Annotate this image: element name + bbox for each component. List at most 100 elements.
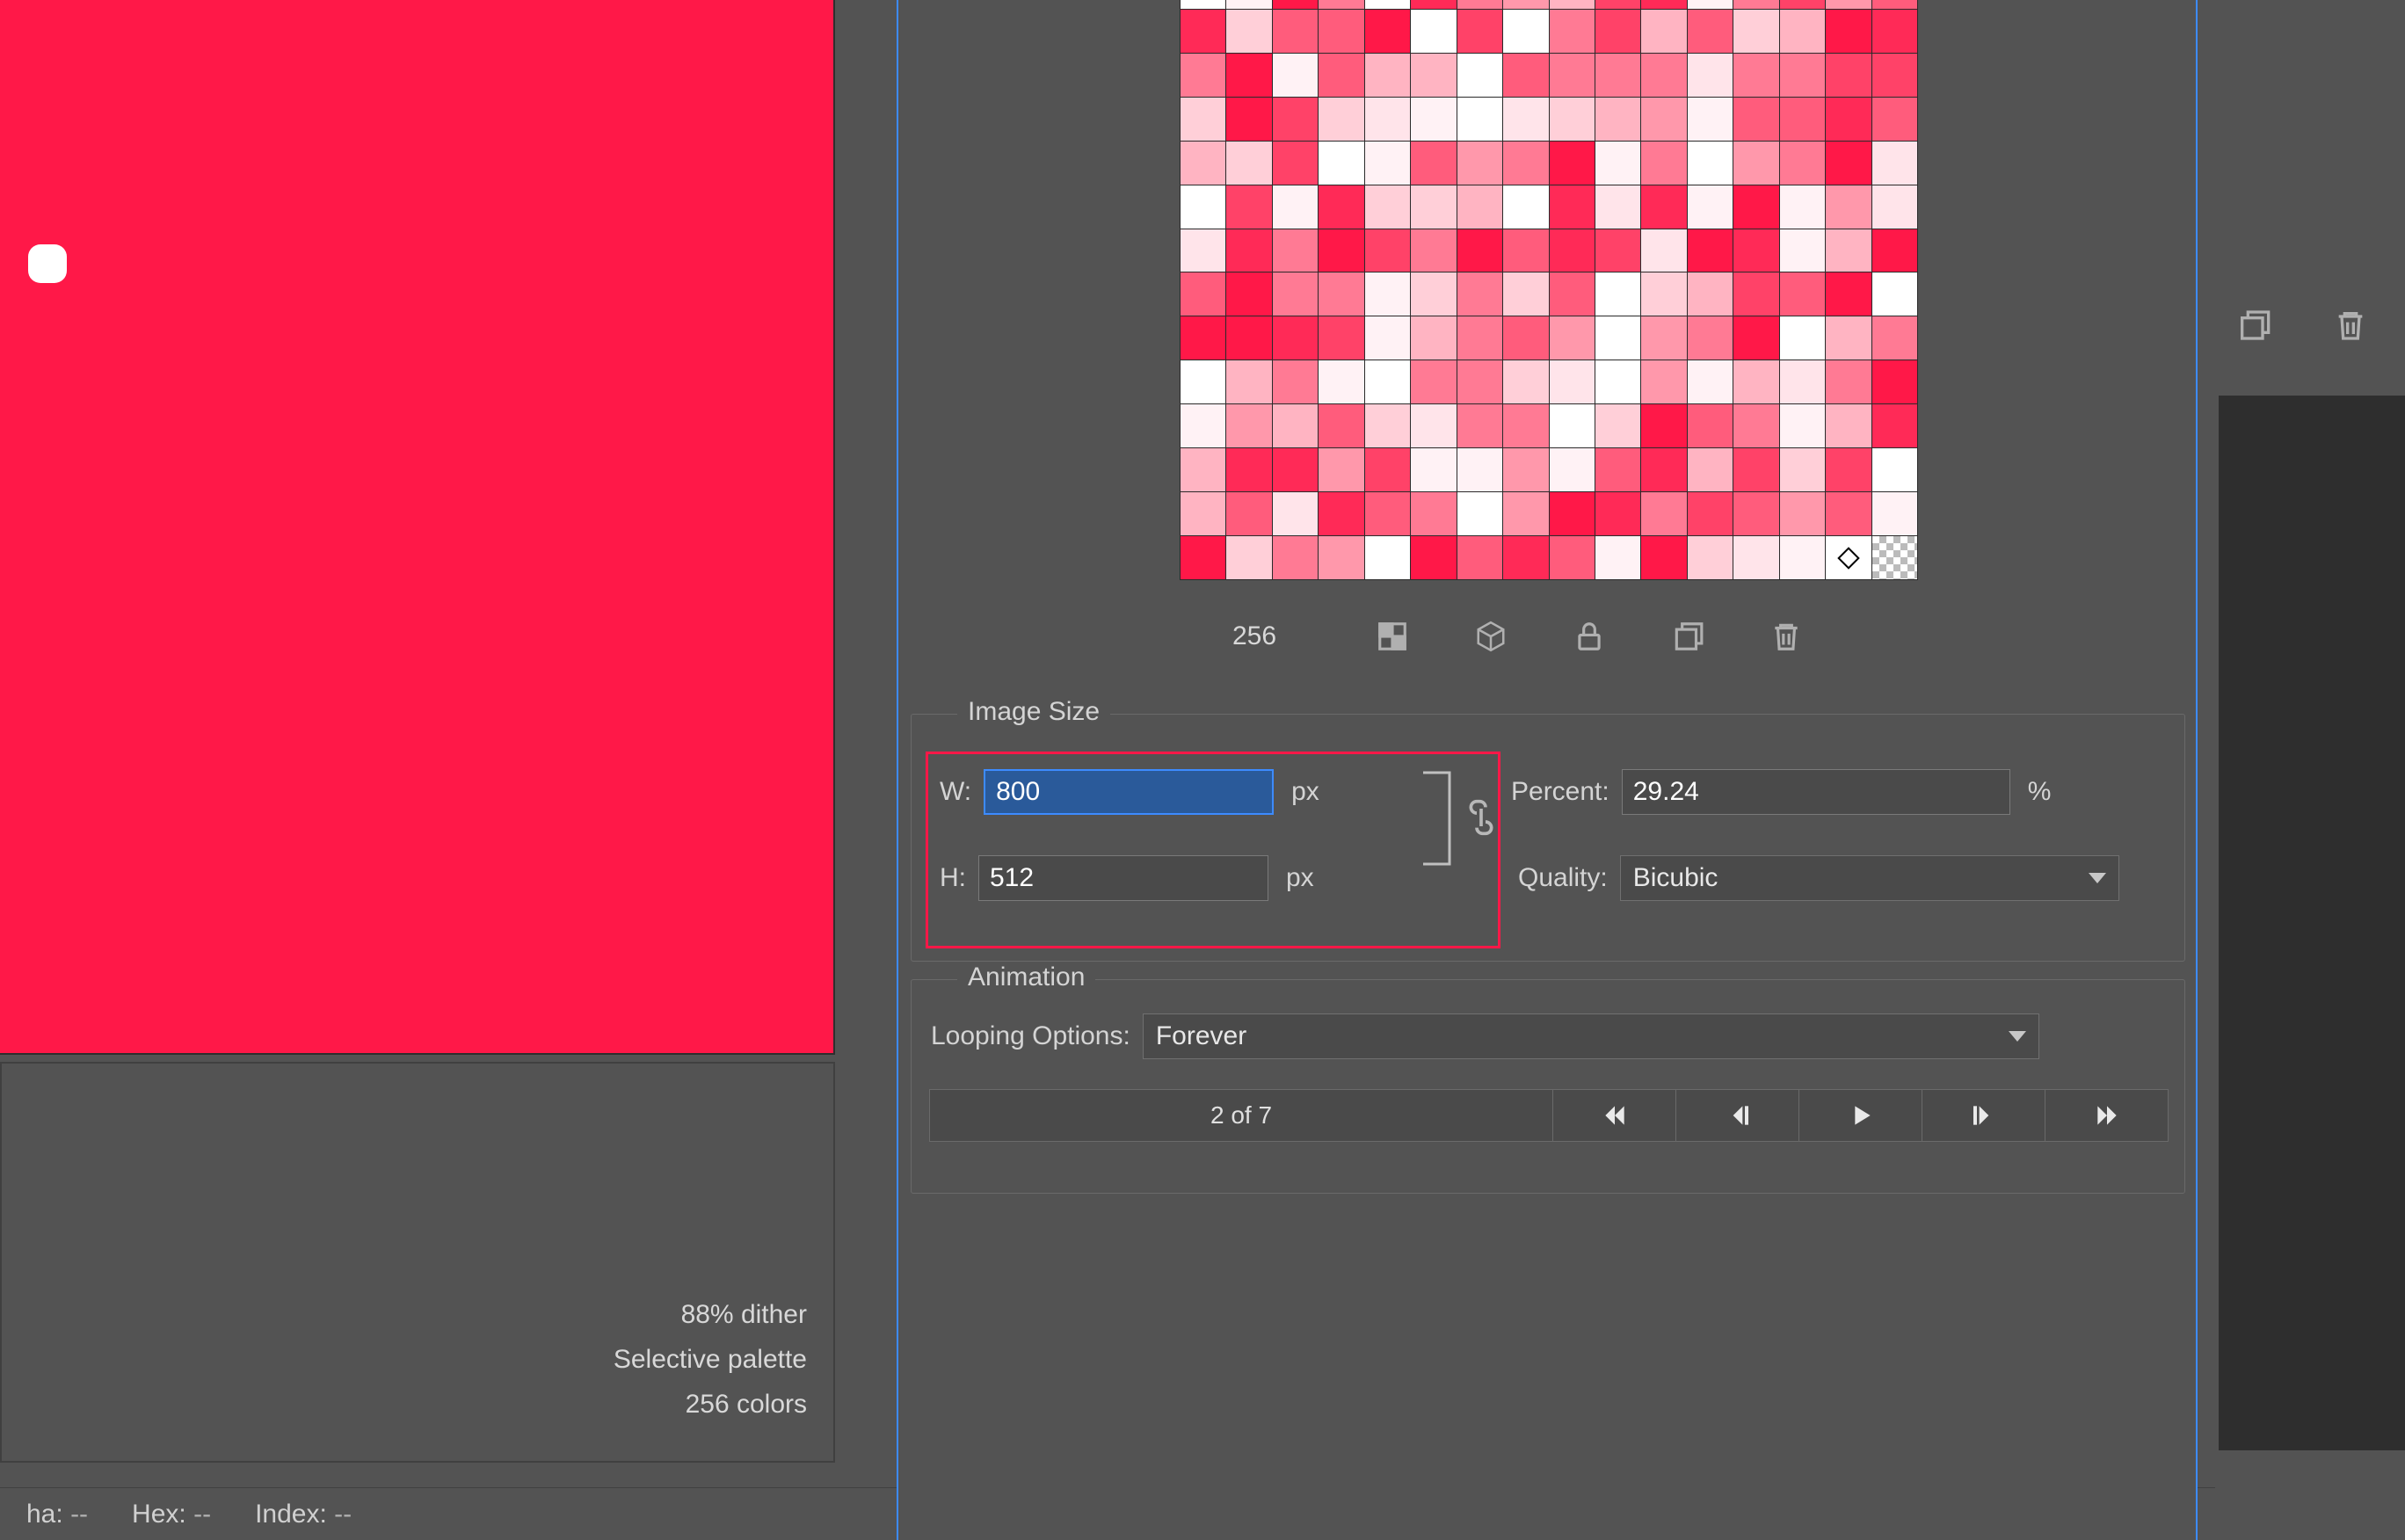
color-swatch[interactable] xyxy=(1503,492,1548,535)
color-swatch[interactable] xyxy=(1503,360,1548,403)
color-swatch[interactable] xyxy=(1733,229,1778,272)
color-swatch[interactable] xyxy=(1872,404,1917,447)
color-swatch[interactable] xyxy=(1733,54,1778,97)
color-swatch[interactable] xyxy=(1181,54,1225,97)
color-swatch[interactable] xyxy=(1595,54,1640,97)
color-swatch[interactable] xyxy=(1411,142,1456,185)
color-swatch[interactable] xyxy=(1181,492,1225,535)
color-swatch[interactable] xyxy=(1319,360,1363,403)
color-swatch[interactable] xyxy=(1503,10,1548,53)
color-swatch[interactable] xyxy=(1641,10,1686,53)
color-swatch[interactable] xyxy=(1365,492,1410,535)
color-swatch[interactable] xyxy=(1550,536,1595,579)
color-swatch[interactable] xyxy=(1780,448,1825,491)
last-frame-button[interactable] xyxy=(2045,1090,2168,1141)
trash-icon[interactable] xyxy=(2333,308,2368,343)
color-swatch[interactable] xyxy=(1733,536,1778,579)
color-swatch[interactable] xyxy=(1226,360,1271,403)
color-swatch[interactable] xyxy=(1319,229,1363,272)
next-frame-button[interactable] xyxy=(1922,1090,2045,1141)
color-swatch[interactable] xyxy=(1826,185,1871,229)
color-swatch[interactable] xyxy=(1826,142,1871,185)
color-swatch[interactable] xyxy=(1319,404,1363,447)
color-swatch[interactable] xyxy=(1181,0,1225,9)
color-swatch[interactable] xyxy=(1503,185,1548,229)
color-swatch[interactable] xyxy=(1457,536,1502,579)
color-swatch[interactable] xyxy=(1826,360,1871,403)
color-swatch[interactable] xyxy=(1826,316,1871,360)
color-swatch[interactable] xyxy=(1872,272,1917,316)
color-swatch[interactable] xyxy=(1181,360,1225,403)
color-swatch[interactable] xyxy=(1226,54,1271,97)
color-swatch[interactable] xyxy=(1457,492,1502,535)
color-swatch[interactable] xyxy=(1273,404,1318,447)
color-swatch[interactable] xyxy=(1872,0,1917,9)
color-swatch[interactable] xyxy=(1503,142,1548,185)
percent-input[interactable] xyxy=(1622,769,2010,815)
color-swatch[interactable] xyxy=(1688,360,1733,403)
color-swatch[interactable] xyxy=(1503,272,1548,316)
color-swatch[interactable] xyxy=(1226,185,1271,229)
color-swatch[interactable] xyxy=(1550,0,1595,9)
color-swatch[interactable] xyxy=(1550,404,1595,447)
color-swatch[interactable] xyxy=(1365,360,1410,403)
color-swatch[interactable] xyxy=(1226,448,1271,491)
color-swatch[interactable] xyxy=(1457,272,1502,316)
color-swatch[interactable] xyxy=(1226,0,1271,9)
color-swatch[interactable] xyxy=(1457,316,1502,360)
color-swatch[interactable] xyxy=(1503,229,1548,272)
color-swatch[interactable] xyxy=(1319,316,1363,360)
color-swatch[interactable] xyxy=(1411,316,1456,360)
color-swatch[interactable] xyxy=(1872,54,1917,97)
color-swatch[interactable] xyxy=(1595,492,1640,535)
color-swatch[interactable] xyxy=(1181,10,1225,53)
color-swatch[interactable] xyxy=(1780,272,1825,316)
color-swatch[interactable] xyxy=(1641,185,1686,229)
color-swatch[interactable] xyxy=(1872,10,1917,53)
color-swatch[interactable] xyxy=(1273,229,1318,272)
trash-icon[interactable] xyxy=(1769,619,1804,654)
color-swatch[interactable] xyxy=(1181,316,1225,360)
color-swatch[interactable] xyxy=(1780,316,1825,360)
color-swatch[interactable] xyxy=(1733,492,1778,535)
color-swatch[interactable] xyxy=(1595,142,1640,185)
color-swatch[interactable] xyxy=(1503,0,1548,9)
color-swatch[interactable] xyxy=(1503,448,1548,491)
color-swatch[interactable] xyxy=(1411,0,1456,9)
color-swatch[interactable] xyxy=(1826,98,1871,141)
color-swatch[interactable] xyxy=(1733,142,1778,185)
constrain-proportions-icon[interactable] xyxy=(1464,795,1499,839)
color-swatch[interactable] xyxy=(1365,448,1410,491)
color-swatch[interactable] xyxy=(1872,360,1917,403)
color-swatch[interactable] xyxy=(1872,185,1917,229)
color-swatch[interactable] xyxy=(1826,492,1871,535)
color-swatch[interactable] xyxy=(1780,360,1825,403)
color-swatch[interactable] xyxy=(1226,316,1271,360)
new-swatch-icon[interactable] xyxy=(1670,619,1705,654)
color-swatch[interactable] xyxy=(1411,185,1456,229)
color-swatch[interactable] xyxy=(1457,360,1502,403)
color-swatch[interactable] xyxy=(1641,142,1686,185)
color-swatch[interactable] xyxy=(1319,536,1363,579)
color-swatch[interactable] xyxy=(1780,142,1825,185)
color-swatch[interactable] xyxy=(1872,229,1917,272)
color-swatch[interactable] xyxy=(1595,360,1640,403)
color-swatch[interactable] xyxy=(1411,360,1456,403)
color-swatch[interactable] xyxy=(1688,492,1733,535)
color-swatch[interactable] xyxy=(1550,54,1595,97)
color-swatch[interactable] xyxy=(1595,448,1640,491)
color-swatch[interactable] xyxy=(1226,536,1271,579)
color-swatch[interactable] xyxy=(1365,10,1410,53)
color-swatch[interactable] xyxy=(1780,492,1825,535)
color-swatch[interactable] xyxy=(1688,0,1733,9)
color-swatch[interactable] xyxy=(1688,229,1733,272)
color-swatch[interactable] xyxy=(1550,360,1595,403)
color-swatch[interactable] xyxy=(1273,185,1318,229)
color-swatch[interactable] xyxy=(1550,492,1595,535)
color-swatch[interactable] xyxy=(1872,536,1917,579)
color-swatch[interactable] xyxy=(1780,54,1825,97)
color-swatch[interactable] xyxy=(1595,316,1640,360)
color-swatch[interactable] xyxy=(1595,536,1640,579)
transparency-icon[interactable] xyxy=(1375,619,1410,654)
color-swatch[interactable] xyxy=(1273,316,1318,360)
